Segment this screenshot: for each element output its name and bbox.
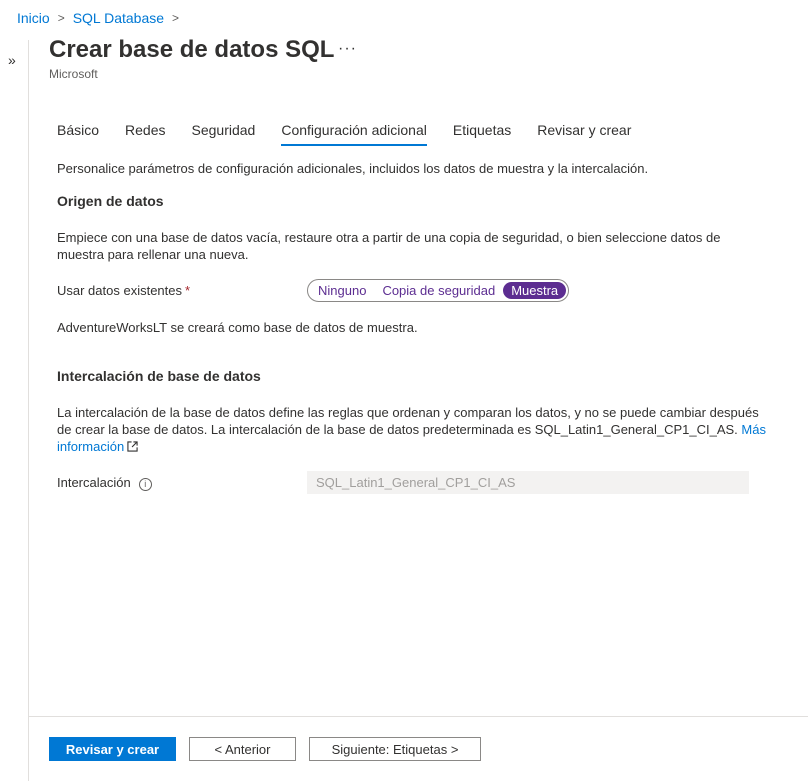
- breadcrumb: Inicio > SQL Database >: [17, 10, 187, 26]
- option-ninguno[interactable]: Ninguno: [310, 282, 374, 299]
- tab-revisar-y-crear[interactable]: Revisar y crear: [537, 122, 631, 146]
- chevron-right-icon: >: [57, 11, 65, 25]
- info-icon[interactable]: i: [138, 478, 152, 491]
- next-button[interactable]: Siguiente: Etiquetas >: [309, 737, 481, 761]
- collation-title: Intercalación de base de datos: [57, 368, 261, 384]
- review-create-button[interactable]: Revisar y crear: [49, 737, 176, 761]
- more-options-icon[interactable]: ···: [338, 40, 357, 58]
- data-source-description: Empiece con una base de datos vacía, res…: [57, 230, 721, 262]
- previous-button[interactable]: < Anterior: [189, 737, 296, 761]
- sample-note: AdventureWorksLT se creará como base de …: [57, 320, 418, 335]
- left-rail: »: [0, 40, 29, 781]
- tab-redes[interactable]: Redes: [125, 122, 165, 146]
- use-existing-data-label: Usar datos existentes *: [57, 283, 191, 298]
- option-copia-de-seguridad[interactable]: Copia de seguridad: [374, 282, 503, 299]
- page-title: Crear base de datos SQL: [49, 36, 335, 63]
- collation-description: La intercalación de la base de datos def…: [57, 405, 766, 454]
- option-muestra[interactable]: Muestra: [503, 282, 567, 299]
- collation-label: Intercalación i: [57, 475, 152, 491]
- page-subtitle: Microsoft: [49, 67, 98, 81]
- expand-chevron-icon[interactable]: »: [8, 52, 16, 68]
- breadcrumb-home-link[interactable]: Inicio: [17, 10, 50, 26]
- tab-basico[interactable]: Básico: [57, 122, 99, 146]
- data-source-title: Origen de datos: [57, 193, 164, 209]
- tab-etiquetas[interactable]: Etiquetas: [453, 122, 511, 146]
- intro-text: Personalice parámetros de configuración …: [57, 161, 649, 176]
- use-existing-data-toggle: Ninguno Copia de seguridad Muestra: [307, 279, 570, 302]
- external-link-icon: [127, 441, 138, 452]
- breadcrumb-sql-database-link[interactable]: SQL Database: [73, 10, 164, 26]
- collation-field: SQL_Latin1_General_CP1_CI_AS: [307, 471, 749, 494]
- required-marker: *: [185, 283, 191, 298]
- tab-seguridad[interactable]: Seguridad: [192, 122, 256, 146]
- chevron-right-icon: >: [172, 11, 180, 25]
- tab-bar: Básico Redes Seguridad Configuración adi…: [57, 122, 657, 146]
- tab-configuracion-adicional[interactable]: Configuración adicional: [281, 122, 427, 146]
